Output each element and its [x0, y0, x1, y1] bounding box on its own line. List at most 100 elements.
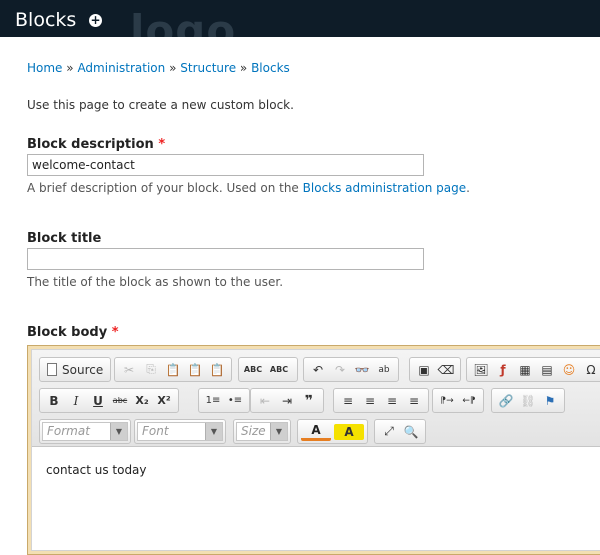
align-right-icon[interactable]: ≡: [381, 391, 403, 411]
breadcrumb-blocks[interactable]: Blocks: [251, 61, 290, 75]
source-button[interactable]: Source: [43, 360, 107, 380]
paste-text-icon[interactable]: 📋: [184, 360, 206, 380]
redo-icon[interactable]: ↷: [329, 360, 351, 380]
table-icon[interactable]: ▦: [514, 360, 536, 380]
help-text: A brief description of your block. Used …: [27, 181, 299, 195]
block-body-label: Block body *: [27, 325, 119, 340]
anchor-icon[interactable]: ⚑: [539, 391, 561, 411]
document-icon: [47, 363, 57, 376]
breadcrumb-separator: »: [239, 61, 248, 75]
bidi-group: ⁋→ ←⁋: [432, 388, 484, 413]
size-placeholder: Size: [241, 424, 266, 438]
size-select[interactable]: Size ▼: [233, 419, 291, 444]
rtl-icon[interactable]: ←⁋: [458, 391, 480, 411]
indent-icon[interactable]: ⇥: [276, 391, 298, 411]
find-icon[interactable]: 👓: [351, 360, 373, 380]
size-select-field[interactable]: Size ▼: [236, 422, 288, 441]
format-select-field[interactable]: Format ▼: [42, 422, 128, 441]
breadcrumb-structure[interactable]: Structure: [180, 61, 236, 75]
replace-icon[interactable]: ab: [373, 360, 395, 380]
background-color-icon[interactable]: A: [334, 423, 364, 440]
bulleted-list-icon[interactable]: •≡: [224, 391, 246, 411]
align-group: ≡ ≡ ≡ ≡: [333, 388, 429, 413]
page-title: Blocks: [15, 9, 77, 31]
basicstyles-group: B I U abc X₂ X²: [39, 388, 179, 413]
editor-content[interactable]: contact us today: [46, 463, 147, 477]
editor-frame: Source ✂ ⎘ 📋 📋 📋 ABC ABC ↶ ↷ 👓 ab ▣ ⌫ 🖼 …: [31, 349, 600, 551]
required-marker: *: [158, 137, 166, 152]
scayt-icon[interactable]: ABC: [264, 360, 294, 380]
flash-icon[interactable]: ƒ: [492, 360, 514, 380]
paste-word-icon[interactable]: 📋: [206, 360, 228, 380]
font-select-field[interactable]: Font ▼: [137, 422, 223, 441]
numbered-list-icon[interactable]: 1≡: [202, 391, 224, 411]
breadcrumb-separator: »: [169, 61, 177, 75]
chevron-down-icon[interactable]: ▼: [270, 423, 287, 440]
label-text: Block title: [27, 231, 102, 246]
font-placeholder: Font: [142, 424, 169, 438]
image-icon[interactable]: 🖼: [470, 360, 492, 380]
block-description-input[interactable]: welcome-contact: [27, 154, 424, 176]
special-char-icon[interactable]: Ω: [580, 360, 600, 380]
blocks-admin-link[interactable]: Blocks administration page: [303, 181, 466, 195]
rich-text-editor: Source ✂ ⎘ 📋 📋 📋 ABC ABC ↶ ↷ 👓 ab ▣ ⌫ 🖼 …: [27, 345, 600, 555]
italic-icon[interactable]: I: [65, 391, 87, 411]
block-title-input[interactable]: [27, 248, 424, 270]
show-blocks-icon[interactable]: 🔍: [400, 422, 422, 442]
select-all-icon[interactable]: ▣: [413, 360, 435, 380]
remove-format-icon[interactable]: ⌫: [435, 360, 457, 380]
cut-icon[interactable]: ✂: [118, 360, 140, 380]
block-title-label: Block title: [27, 231, 101, 246]
source-group: Source: [39, 357, 112, 382]
logo: logo: [130, 6, 237, 37]
paste-icon[interactable]: 📋: [162, 360, 184, 380]
format-placeholder: Format: [47, 424, 90, 438]
horizontal-rule-icon[interactable]: ▤: [536, 360, 558, 380]
undo-icon[interactable]: ↶: [307, 360, 329, 380]
font-select[interactable]: Font ▼: [134, 419, 226, 444]
underline-icon[interactable]: U: [87, 391, 109, 411]
link-group: 🔗 ⛓ ⚑: [491, 388, 565, 413]
ltr-icon[interactable]: ⁋→: [436, 391, 458, 411]
help-suffix: .: [466, 181, 470, 195]
outdent-icon[interactable]: ⇤: [254, 391, 276, 411]
breadcrumb-separator: »: [66, 61, 74, 75]
label-text: Block body: [27, 325, 108, 340]
required-marker: *: [111, 325, 119, 340]
maximize-icon[interactable]: ⤢: [378, 422, 400, 442]
text-color-icon[interactable]: A: [301, 423, 331, 441]
align-center-icon[interactable]: ≡: [359, 391, 381, 411]
copy-icon[interactable]: ⎘: [140, 360, 162, 380]
justify-icon[interactable]: ≡: [403, 391, 425, 411]
link-icon[interactable]: 🔗: [495, 391, 517, 411]
source-label: Source: [62, 362, 104, 377]
format-select[interactable]: Format ▼: [39, 419, 131, 444]
chevron-down-icon[interactable]: ▼: [205, 423, 222, 440]
block-title-help: The title of the block as shown to the u…: [27, 275, 284, 289]
blockquote-icon[interactable]: ❞: [298, 391, 320, 411]
intro-text: Use this page to create a new custom blo…: [27, 98, 294, 112]
breadcrumb-administration[interactable]: Administration: [77, 61, 165, 75]
block-description-label: Block description *: [27, 137, 165, 152]
align-left-icon[interactable]: ≡: [337, 391, 359, 411]
superscript-icon[interactable]: X²: [153, 391, 175, 411]
insert-group: 🖼 ƒ ▦ ▤ ☺ Ω: [466, 357, 600, 382]
clipboard-group: ✂ ⎘ 📋 📋 📋: [114, 357, 232, 382]
strikethrough-icon[interactable]: abc: [109, 391, 131, 411]
breadcrumb-home[interactable]: Home: [27, 61, 62, 75]
add-shortcut-icon[interactable]: +: [89, 14, 102, 27]
chevron-down-icon[interactable]: ▼: [110, 423, 127, 440]
unlink-icon[interactable]: ⛓: [517, 391, 539, 411]
subscript-icon[interactable]: X₂: [131, 391, 153, 411]
indent-group: ⇤ ⇥ ❞: [250, 388, 324, 413]
tools-group: ⤢ 🔍: [374, 419, 426, 444]
spellcheck-icon[interactable]: ABC: [242, 360, 264, 380]
smiley-icon[interactable]: ☺: [558, 360, 580, 380]
breadcrumb: Home » Administration » Structure » Bloc…: [27, 61, 290, 75]
bold-icon[interactable]: B: [43, 391, 65, 411]
edit-group: ↶ ↷ 👓 ab: [303, 357, 399, 382]
colors-group: A A: [297, 419, 368, 444]
spellcheck-group: ABC ABC: [238, 357, 298, 382]
block-description-help: A brief description of your block. Used …: [27, 181, 470, 195]
editor-toolbar: Source ✂ ⎘ 📋 📋 📋 ABC ABC ↶ ↷ 👓 ab ▣ ⌫ 🖼 …: [32, 350, 600, 447]
